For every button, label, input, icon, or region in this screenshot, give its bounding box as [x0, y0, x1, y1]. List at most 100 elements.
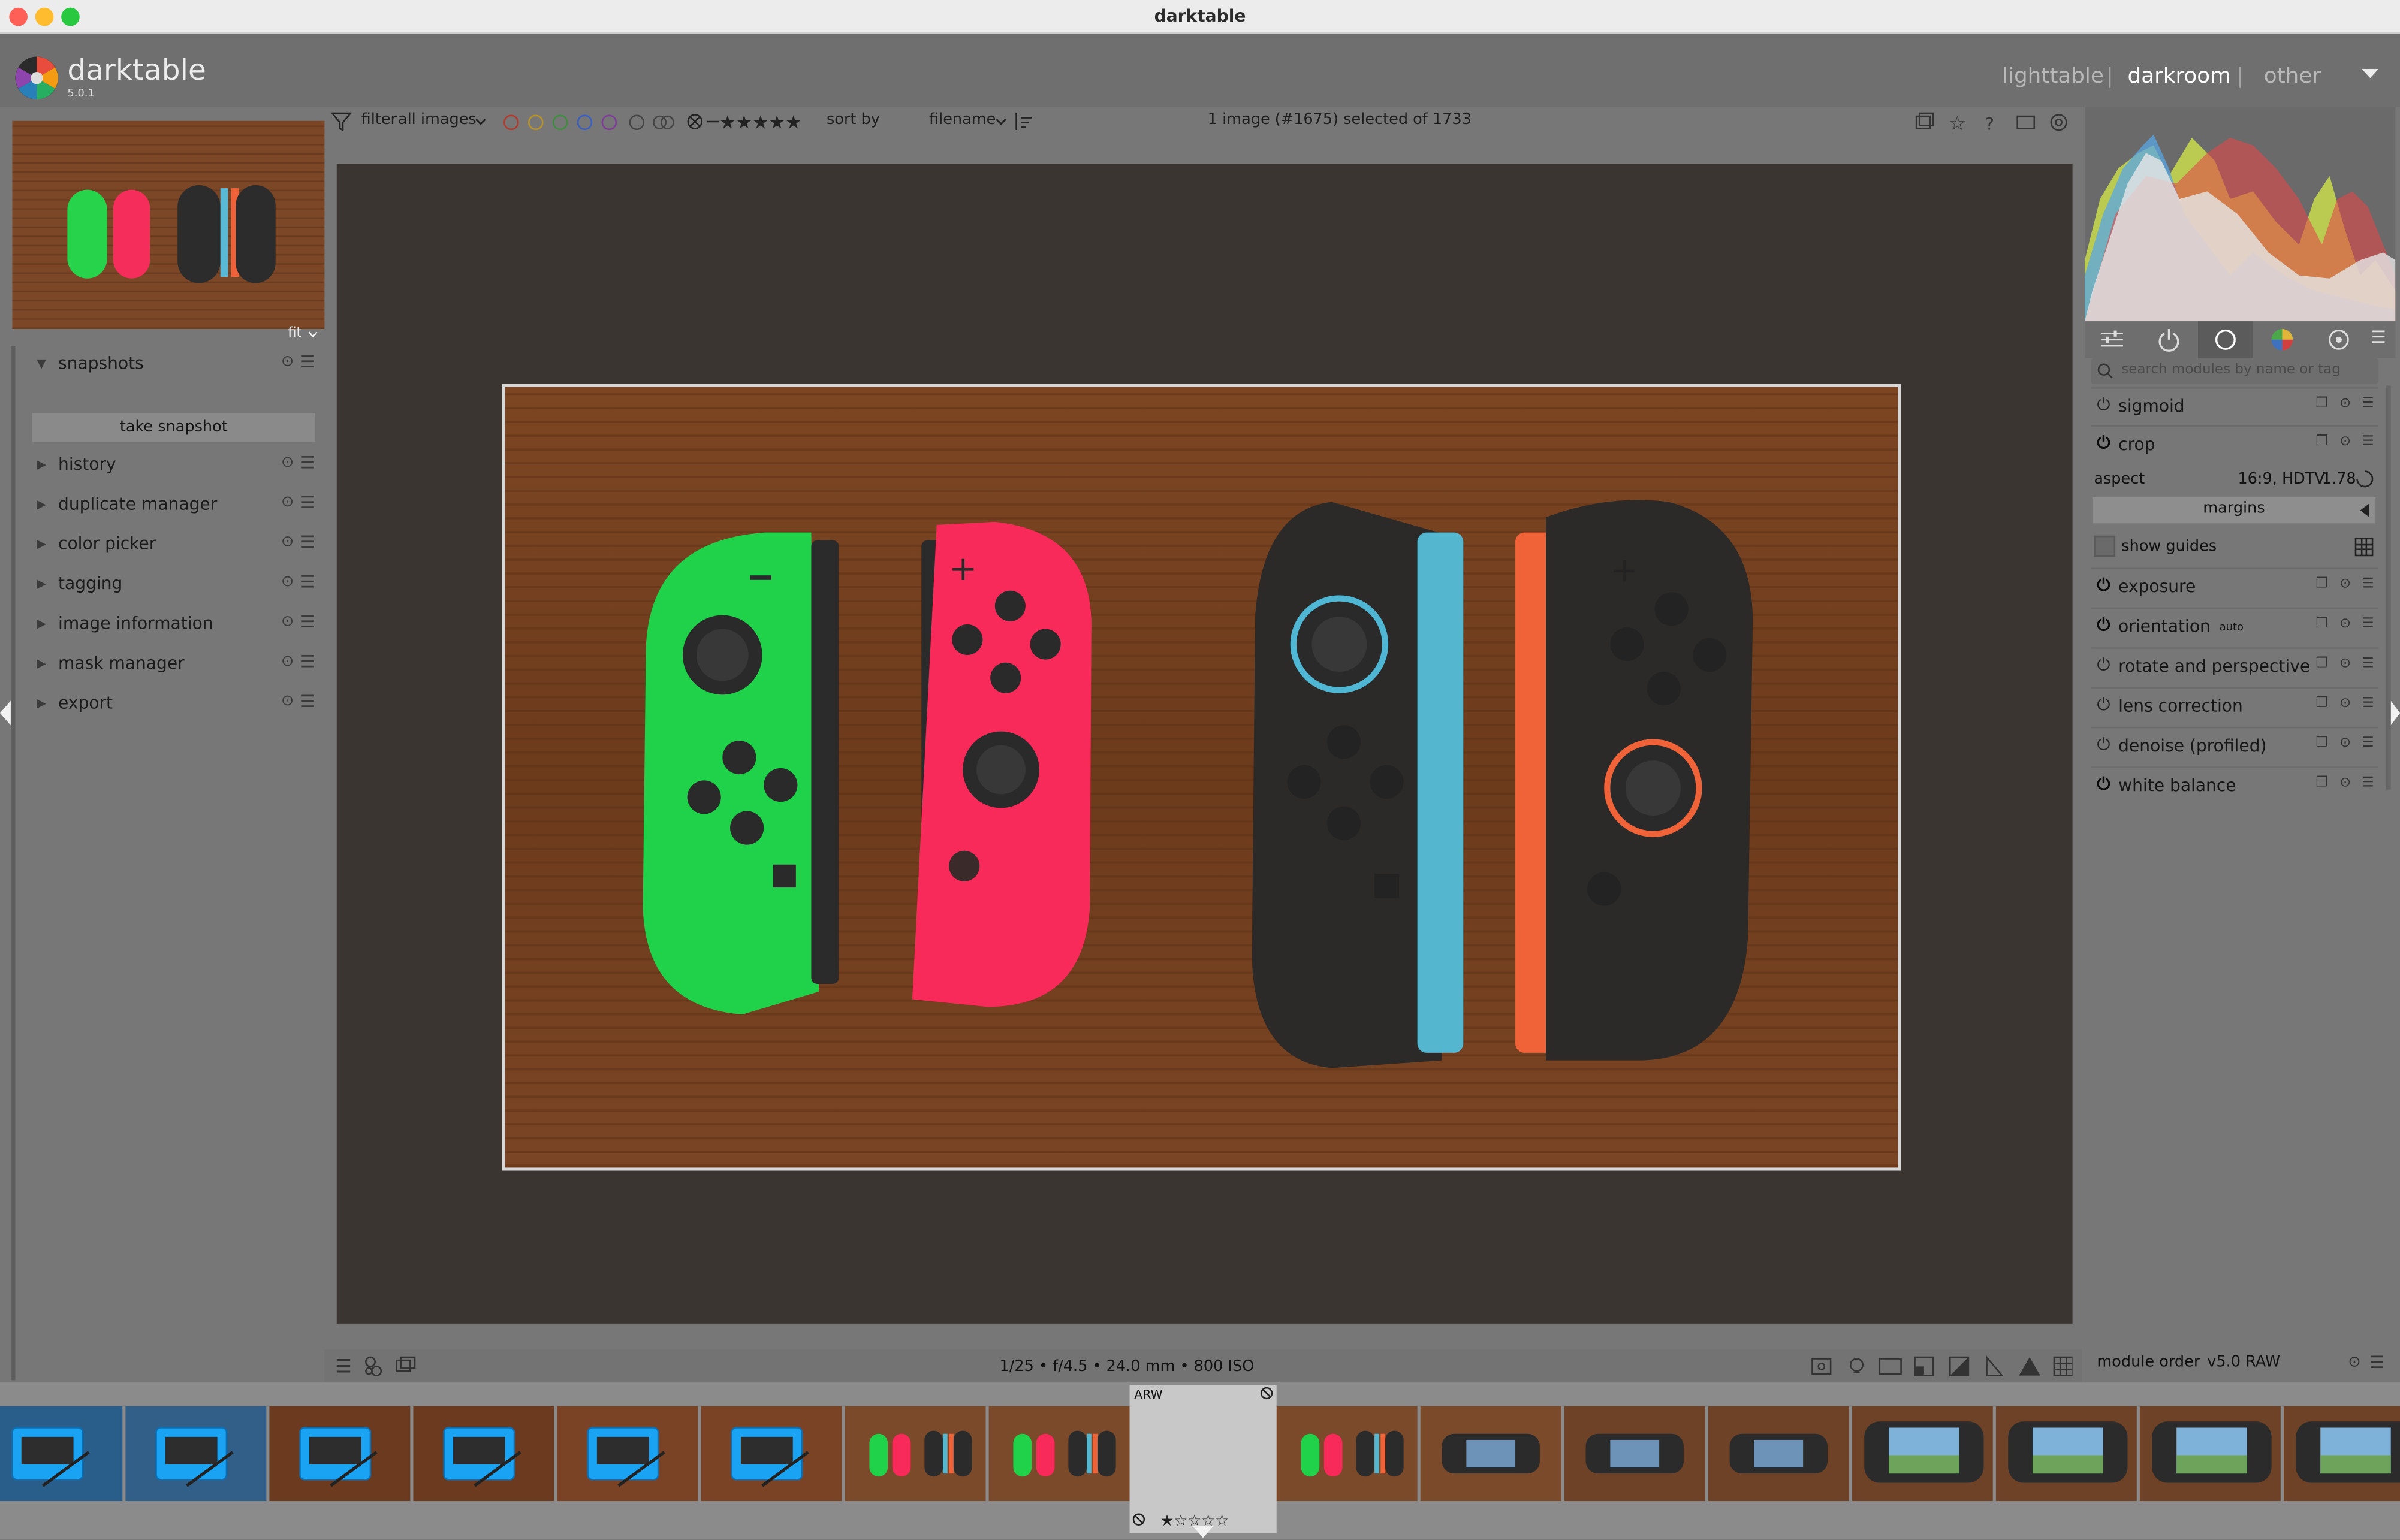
help-button[interactable]	[1980, 110, 2002, 132]
power-icon[interactable]: ⏻	[2097, 395, 2110, 416]
second-window-icon[interactable]	[395, 1355, 417, 1377]
left-panel-collapse-icon[interactable]	[0, 700, 12, 726]
presets-menu-icon[interactable]: ☰	[300, 533, 315, 552]
navigation-thumbnail[interactable]	[12, 120, 325, 330]
main-image[interactable]: + +	[502, 384, 1901, 1171]
presets-menu-icon[interactable]: ☰	[300, 453, 315, 473]
power-icon[interactable]: ⏻	[2097, 735, 2110, 756]
active-modules-tab-icon[interactable]	[2157, 327, 2181, 352]
module-snapshots[interactable]: ▼ snapshots ⊙ ☰	[16, 345, 322, 384]
multi-instance-icon[interactable]: ❐	[2315, 577, 2328, 593]
filmstrip-thumbnail[interactable]	[269, 1406, 411, 1502]
filmstrip-thumbnail[interactable]	[1852, 1406, 1993, 1502]
reset-icon[interactable]: ⊙	[281, 354, 294, 370]
color-tab-icon[interactable]	[2270, 327, 2295, 352]
overlays-button[interactable]	[1915, 110, 1937, 132]
filter-select[interactable]: all images	[398, 111, 477, 128]
effects-tab-icon[interactable]	[2326, 327, 2351, 352]
label-operator-icon[interactable]	[652, 115, 677, 131]
filmstrip-thumbnail[interactable]	[701, 1406, 842, 1502]
power-icon[interactable]: ⏻	[2097, 774, 2110, 796]
right-panel-scrollbar[interactable]	[2386, 385, 2391, 790]
module-orientation[interactable]: ⏻ orientation auto ❐ ⊙ ☰	[2091, 607, 2379, 644]
module-search-input[interactable]: search modules by name or tag	[2091, 358, 2379, 384]
power-icon[interactable]: ⏻	[2097, 575, 2110, 597]
presets-menu-icon[interactable]: ☰	[300, 493, 315, 512]
quick-access-tab-icon[interactable]	[2100, 327, 2125, 352]
raw-overexposed-button[interactable]	[1880, 1352, 1904, 1377]
filmstrip-thumbnail[interactable]	[845, 1406, 986, 1502]
presets-menu-icon[interactable]: ☰	[2362, 656, 2374, 672]
clipping-indicator-button[interactable]	[1915, 1352, 1940, 1377]
power-icon[interactable]: ⏻	[2097, 615, 2110, 637]
module-export[interactable]: ▶ export ⊙ ☰	[16, 684, 322, 723]
guides-overlay-button[interactable]	[2054, 1352, 2079, 1377]
module-sigmoid[interactable]: ⏻ sigmoid ❐ ⊙ ☰	[2091, 387, 2379, 424]
view-darkroom[interactable]: darkroom	[2128, 64, 2231, 89]
no-label-filter[interactable]	[629, 114, 645, 131]
power-icon[interactable]: ⏻	[2097, 694, 2110, 716]
reset-icon[interactable]: ⊙	[2339, 434, 2351, 450]
reset-icon[interactable]: ⊙	[2339, 736, 2351, 751]
presets-menu-icon[interactable]: ☰	[2362, 396, 2374, 412]
view-lighttable[interactable]: lighttable	[2002, 64, 2104, 89]
reset-icon[interactable]: ⊙	[2339, 776, 2351, 792]
take-snapshot-button[interactable]: take snapshot	[32, 413, 316, 442]
module-mask-manager[interactable]: ▶ mask manager ⊙ ☰	[16, 644, 322, 684]
filmstrip-thumbnail[interactable]	[2283, 1406, 2400, 1502]
presets-menu-icon[interactable]: ☰	[2362, 577, 2374, 593]
left-panel-scrollbar[interactable]	[10, 346, 16, 1381]
presets-menu-icon[interactable]: ☰	[300, 612, 315, 632]
presets-menu-icon[interactable]: ☰	[2362, 617, 2374, 632]
presets-menu-icon[interactable]: ☰	[2362, 736, 2374, 751]
filter-icon[interactable]	[330, 111, 352, 132]
color-assessment-button[interactable]	[1844, 1352, 1869, 1377]
purple-label-filter[interactable]	[601, 114, 617, 131]
star-overlay-button[interactable]	[1947, 110, 1968, 132]
aspect-select[interactable]: 16:9, HDTV	[2238, 472, 2325, 488]
softproof-button[interactable]	[1950, 1352, 1974, 1377]
gamut-check-button[interactable]	[1985, 1352, 2010, 1377]
sort-order-icon[interactable]	[1013, 111, 1035, 131]
module-groups-menu-icon[interactable]: ☰	[2371, 327, 2386, 347]
reset-icon[interactable]: ⊙	[2339, 577, 2351, 593]
filmstrip-thumbnail[interactable]	[1420, 1406, 1561, 1502]
filmstrip-thumbnail[interactable]	[988, 1406, 1130, 1502]
chevron-down-icon[interactable]	[475, 118, 487, 127]
view-other[interactable]: other	[2264, 64, 2321, 89]
multi-instance-icon[interactable]: ❐	[2315, 434, 2328, 450]
module-crop[interactable]: ⏻ crop ❐ ⊙ ☰	[2091, 425, 2379, 462]
reset-icon[interactable]: ⊙	[281, 693, 294, 710]
module-rotate-and-perspective[interactable]: ⏻ rotate and perspective ❐ ⊙ ☰	[2091, 647, 2379, 684]
multi-instance-icon[interactable]: ❐	[2315, 736, 2328, 751]
module-image-information[interactable]: ▶ image information ⊙ ☰	[16, 605, 322, 644]
presets-menu-icon[interactable]: ☰	[300, 652, 315, 672]
multi-instance-icon[interactable]: ❐	[2315, 776, 2328, 792]
module-order-value[interactable]: v5.0 RAW	[2207, 1354, 2280, 1371]
quick-access-menu-icon[interactable]: ☰	[335, 1355, 351, 1377]
presets-menu-icon[interactable]: ☰	[2362, 776, 2374, 792]
module-duplicate-manager[interactable]: ▶ duplicate manager ⊙ ☰	[16, 485, 322, 524]
preferences-gear-icon[interactable]	[2048, 110, 2070, 132]
shortcuts-button[interactable]	[2015, 110, 2036, 132]
presets-menu-icon[interactable]: ☰	[2369, 1352, 2384, 1372]
yellow-label-filter[interactable]	[527, 114, 544, 131]
aspect-toggle-orientation-icon[interactable]	[2356, 470, 2374, 488]
reset-icon[interactable]: ⊙	[2339, 656, 2351, 672]
filmstrip-thumbnail[interactable]	[557, 1406, 698, 1502]
module-history[interactable]: ▶ history ⊙ ☰	[16, 445, 322, 485]
filmstrip-thumbnail[interactable]	[1995, 1406, 2137, 1502]
reset-icon[interactable]: ⊙	[281, 494, 294, 511]
module-tagging[interactable]: ▶ tagging ⊙ ☰	[16, 564, 322, 604]
group-icon[interactable]	[1260, 1387, 1274, 1400]
right-panel-collapse-icon[interactable]	[2390, 700, 2400, 726]
reset-icon[interactable]: ⊙	[281, 653, 294, 670]
filmstrip-thumbnail[interactable]	[1708, 1406, 1849, 1502]
guides-grid-icon[interactable]	[2354, 537, 2374, 557]
red-label-filter[interactable]	[503, 114, 519, 131]
multi-instance-icon[interactable]: ❐	[2315, 656, 2328, 672]
chevron-down-icon[interactable]	[307, 331, 318, 339]
multi-instance-icon[interactable]: ❐	[2315, 617, 2328, 632]
module-white-balance[interactable]: ⏻ white balance ❐ ⊙ ☰	[2091, 766, 2379, 803]
reset-icon[interactable]: ⊙	[281, 534, 294, 551]
